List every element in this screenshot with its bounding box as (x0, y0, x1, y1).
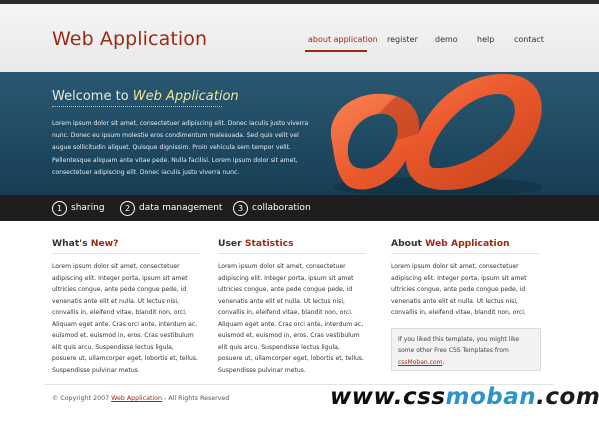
heading-accent: Statistics (244, 238, 294, 249)
feature-number-badge: 1 (52, 200, 67, 216)
feature-collaboration: 3 collaboration (233, 200, 311, 216)
footer-copyright: © Copyright 2007 Web Application - All R… (52, 395, 229, 402)
hero-text: Lorem ipsum dolor sit amet, consectetuer… (52, 120, 309, 176)
column-user-statistics: User Statistics Lorem ipsum dolor sit am… (218, 238, 366, 376)
footer-suffix: - All Rights Reserved (162, 395, 230, 402)
hero-title: Welcome to Web Application (52, 89, 239, 104)
heading-plain: What's (52, 238, 91, 249)
footer-link[interactable]: Web Application (111, 395, 162, 402)
heading-divider (52, 253, 200, 254)
nav-help[interactable]: help (477, 35, 494, 44)
main-nav: about application register demo help con… (0, 35, 599, 55)
note-link[interactable]: cssMoban.com (398, 359, 442, 366)
column-heading: User Statistics (218, 238, 366, 251)
note-end: . (442, 358, 445, 366)
heading-plain: About (391, 238, 426, 249)
column-text: Lorem ipsum dolor sit amet, consectetuer… (391, 263, 527, 316)
nav-register[interactable]: register (387, 35, 418, 44)
heading-accent: Web Application (425, 238, 510, 249)
nav-demo[interactable]: demo (435, 35, 458, 44)
header: Web Application about application regist… (0, 4, 599, 72)
nav-contact[interactable]: contact (514, 35, 544, 44)
column-whats-new: What's New? Lorem ipsum dolor sit amet, … (52, 238, 200, 376)
watermark-part3: .com (536, 384, 599, 410)
hero-title-emphasis: Web Application (132, 89, 239, 104)
hero-title-underline (52, 106, 222, 107)
note-text: If you liked this template, you might li… (398, 336, 520, 355)
column-heading: What's New? (52, 238, 200, 251)
watermark: www.cssmoban.com (330, 384, 599, 410)
feature-bar: 1 sharing 2 data management 3 collaborat… (0, 195, 599, 221)
feature-label: collaboration (252, 203, 311, 213)
column-about: About Web Application Lorem ipsum dolor … (391, 238, 539, 319)
hero-banner: Welcome to Web Application Lorem ipsum d… (0, 72, 599, 195)
feature-data-management: 2 data management (120, 200, 222, 216)
column-text: Lorem ipsum dolor sit amet, consectetuer… (218, 263, 364, 374)
feature-label: sharing (71, 203, 105, 213)
column-heading: About Web Application (391, 238, 539, 251)
heading-plain: User (218, 238, 245, 249)
nav-active-underline (305, 50, 367, 52)
template-note-box: If you liked this template, you might li… (391, 328, 541, 371)
heading-divider (391, 253, 539, 254)
infinity-loop-logo-icon (330, 74, 543, 195)
footer-prefix: © Copyright 2007 (52, 395, 112, 402)
feature-label: data management (139, 203, 223, 213)
heading-accent: New? (90, 238, 119, 249)
feature-number-badge: 2 (120, 200, 135, 216)
feature-sharing: 1 sharing (52, 200, 105, 216)
nav-about-application[interactable]: about application (308, 35, 378, 44)
feature-number-badge: 3 (233, 200, 248, 216)
column-text: Lorem ipsum dolor sit amet, consectetuer… (52, 263, 198, 374)
heading-divider (218, 253, 366, 254)
watermark-part2: moban (445, 384, 537, 410)
hero-title-prefix: Welcome to (52, 89, 133, 104)
watermark-part1: www.css (330, 384, 446, 410)
